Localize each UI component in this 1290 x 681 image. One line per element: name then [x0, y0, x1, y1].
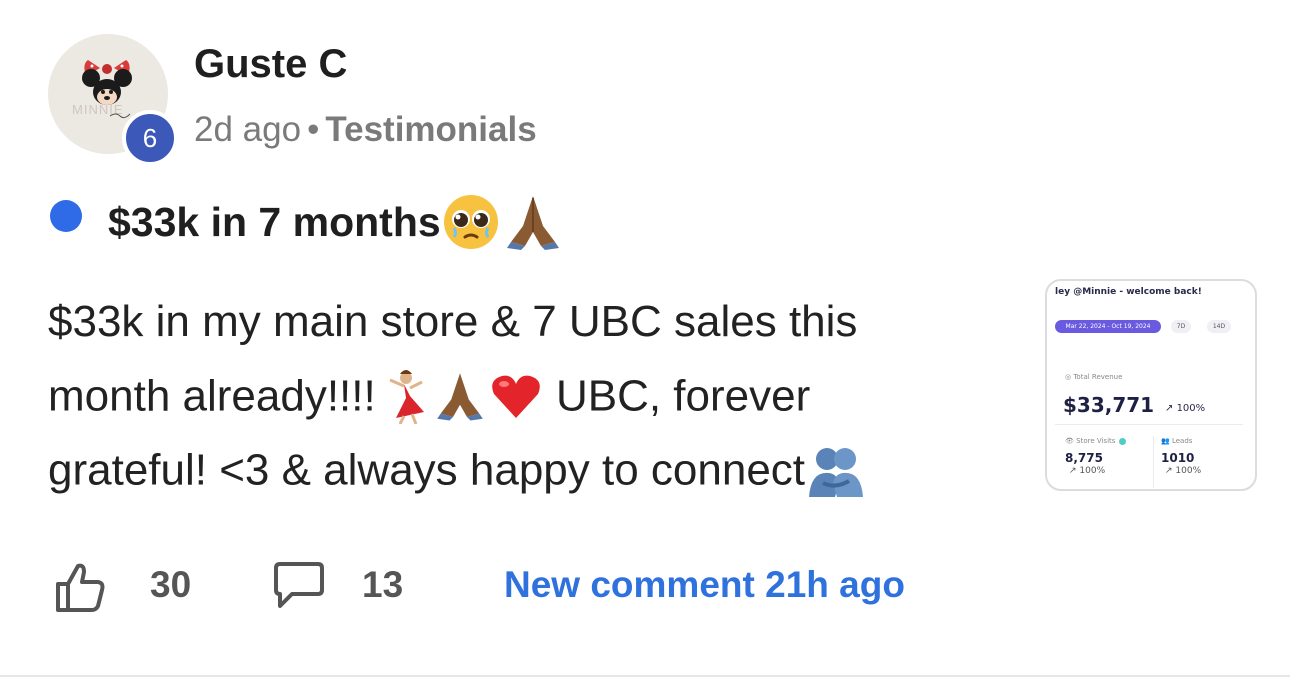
thumb-status-dot	[1119, 437, 1127, 445]
thumb-date-range: Mar 22, 2024 - Oct 19, 2024	[1055, 320, 1161, 333]
red-heart-icon	[491, 376, 540, 419]
folded-hands-icon	[436, 373, 483, 421]
people-hugging-icon	[809, 447, 864, 497]
like-count: 30	[150, 564, 192, 605]
thumb-divider	[1055, 424, 1243, 425]
thumb-leads-value: 1010	[1161, 451, 1195, 465]
new-comment-link[interactable]: New comment 21h ago	[504, 564, 905, 606]
thumb-revenue-change: ↗ 100%	[1165, 403, 1206, 414]
comment-icon[interactable]	[270, 560, 328, 610]
thumb-chip-14d: 14D	[1207, 320, 1231, 333]
post-meta: 2d ago • Testimonials	[194, 110, 537, 150]
thumb-greeting: ley @Minnie - welcome back!	[1055, 287, 1202, 297]
thumb-vertical-divider	[1153, 436, 1154, 488]
thumb-revenue-label: ◎ Total Revenue	[1065, 373, 1123, 381]
thumb-leads-label: 👥 Leads	[1161, 437, 1193, 445]
thumb-revenue-label-text: Total Revenue	[1073, 373, 1123, 381]
dancer-icon	[389, 370, 424, 425]
thumb-chip-7d: 7D	[1171, 320, 1191, 333]
post-separator	[0, 675, 1290, 677]
post-title[interactable]: $33k in 7 months	[108, 192, 565, 252]
level-badge: 6	[122, 110, 178, 166]
post-body: $33k in my main store & 7 UBC sales this…	[48, 286, 948, 507]
thumb-store-visits-text: Store Visits	[1076, 437, 1116, 445]
author-name[interactable]: Guste C	[194, 42, 347, 87]
post-category[interactable]: Testimonials	[325, 110, 536, 149]
attachment-thumbnail[interactable]: ley @Minnie - welcome back! Mar 22, 2024…	[1045, 279, 1257, 491]
thumb-leads-change-text: 100%	[1175, 466, 1202, 476]
thumb-store-visits-change: ↗ 100%	[1069, 466, 1106, 476]
like-icon[interactable]	[52, 560, 106, 614]
meta-separator: •	[307, 110, 320, 149]
thumb-store-visits-label: 👁 Store Visits	[1065, 437, 1127, 445]
body-line-2b: UBC, forever	[543, 371, 811, 421]
thumb-revenue-value: $33,771	[1063, 393, 1155, 417]
thumb-revenue-change-text: 100%	[1176, 403, 1206, 414]
body-line-3: grateful! <3 & always happy to connect	[48, 432, 948, 506]
post-time: 2d ago	[194, 110, 302, 149]
thumb-leads-text: Leads	[1171, 437, 1193, 445]
thumb-leads-change: ↗ 100%	[1165, 466, 1202, 476]
body-line-2: month already!!!! UBC, forever	[48, 358, 948, 432]
unread-dot	[50, 200, 82, 232]
thumb-store-visits-change-text: 100%	[1079, 466, 1106, 476]
comment-count: 13	[362, 564, 404, 605]
pleading-face-icon	[443, 195, 498, 249]
thumb-store-visits-value: 8,775	[1065, 451, 1103, 465]
body-line-2a: month already!!!!	[48, 371, 376, 421]
body-line-1: $33k in my main store & 7 UBC sales this	[48, 297, 858, 346]
post-title-text: $33k in 7 months	[108, 198, 441, 245]
body-line-3-text: grateful! <3 & always happy to connect	[48, 445, 806, 495]
folded-hands-icon	[506, 196, 559, 250]
